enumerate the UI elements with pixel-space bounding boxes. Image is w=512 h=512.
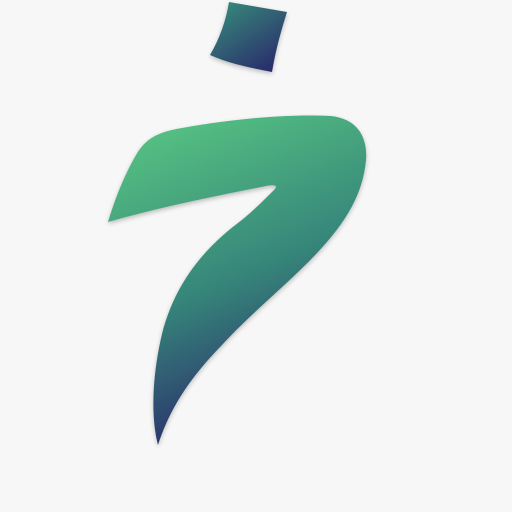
app-icon-canvas xyxy=(0,0,512,512)
logo-icon xyxy=(108,2,367,445)
logo-dot-shape xyxy=(210,2,287,72)
logo-body-shape xyxy=(108,115,367,445)
